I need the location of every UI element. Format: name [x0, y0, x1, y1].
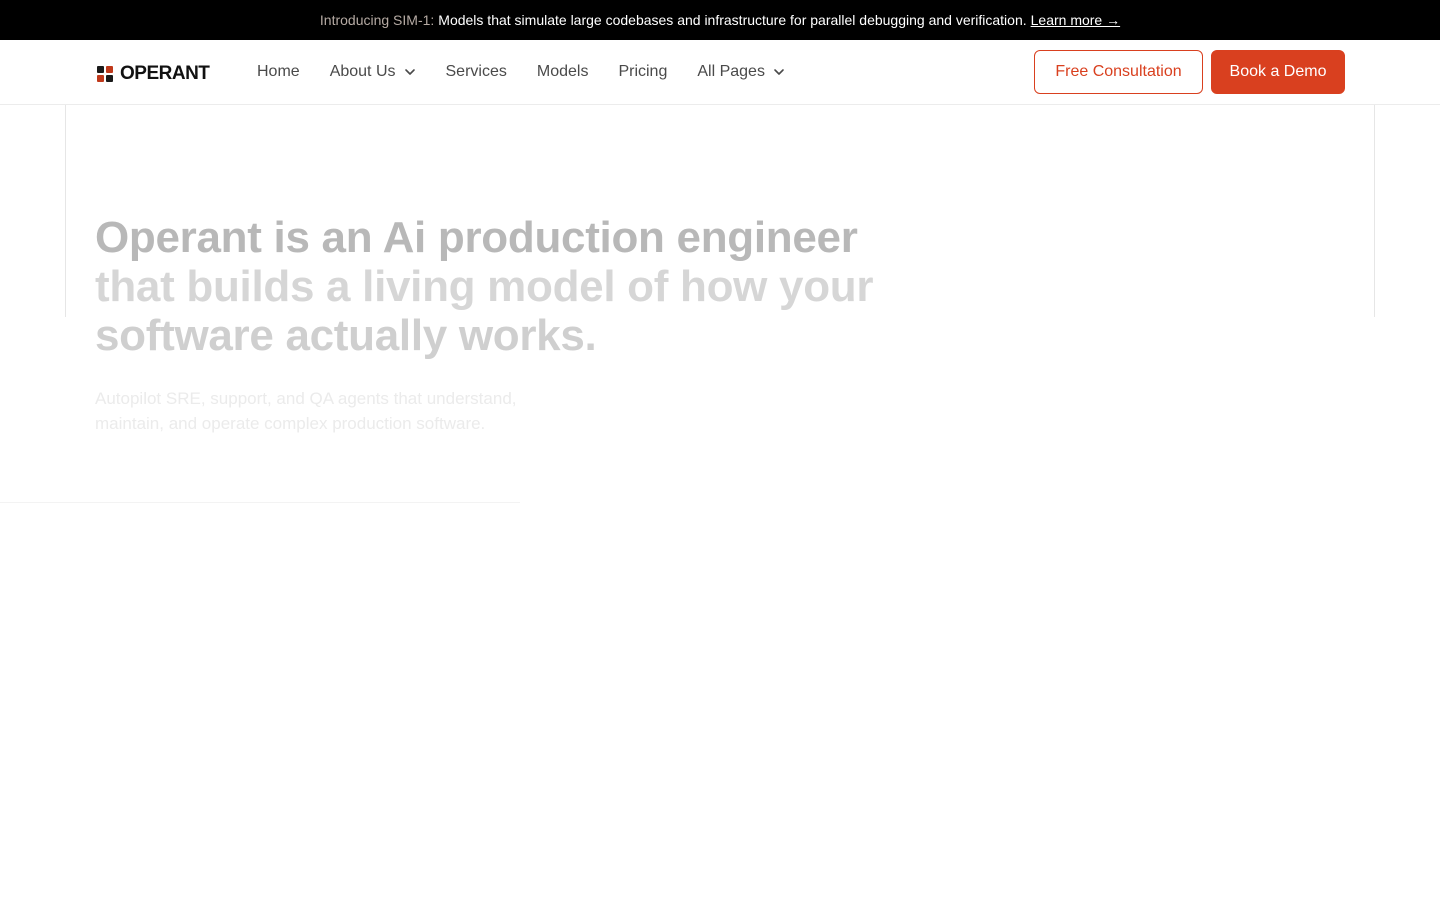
logo-square [106, 66, 113, 73]
logo-square [97, 66, 104, 73]
nav-item-home[interactable]: Home [257, 60, 300, 84]
logo-grid-icon [97, 66, 113, 82]
section-divider [0, 502, 520, 503]
nav-item-all-pages[interactable]: All Pages [697, 60, 785, 84]
hero-subtext-line-2: maintain, and operate complex production… [95, 414, 486, 433]
chevron-down-icon [774, 69, 784, 75]
hero-headline-line-2: that builds a living model of how your [95, 262, 874, 311]
announcement-lead: Introducing SIM-1: [319, 12, 435, 28]
chevron-down-icon [404, 69, 415, 75]
hero-headline: Operant is an Ai production engineer tha… [95, 213, 895, 360]
hero-headline-line-1: Operant is an Ai production engineer [95, 213, 858, 262]
learn-more-link[interactable]: Learn more → [1031, 12, 1120, 28]
logo-square [106, 75, 113, 82]
nav-item-about-us[interactable]: About Us [330, 60, 416, 84]
brand-logo[interactable]: OPERANT [97, 63, 210, 85]
nav-item-label: Home [257, 63, 300, 80]
site-header: OPERANT Home About Us Services Models Pr… [0, 40, 1440, 105]
announcement-bar: Introducing SIM-1: Models that simulate … [0, 0, 1440, 40]
nav-item-services[interactable]: Services [446, 60, 507, 84]
nav-item-label: Models [536, 63, 589, 80]
nav-item-label: All Pages [697, 63, 765, 80]
book-demo-button[interactable]: Book a Demo [1211, 50, 1345, 94]
announcement-message: Models that simulate large codebases and… [438, 12, 1027, 28]
hero-subtext: Autopilot SRE, support, and QA agents th… [95, 386, 575, 436]
nav-item-label: Pricing [618, 63, 668, 80]
brand-name: OPERANT [120, 63, 210, 84]
nav-item-pricing[interactable]: Pricing [618, 60, 667, 84]
hero-subtext-line-1: Autopilot SRE, support, and QA agents th… [95, 389, 517, 408]
nav-item-label: About Us [329, 63, 396, 80]
nav-item-models[interactable]: Models [537, 60, 589, 84]
logo-square [97, 75, 104, 82]
nav-item-label: Services [445, 63, 507, 80]
hero-frame-right-border [1374, 105, 1375, 317]
free-consultation-button[interactable]: Free Consultation [1034, 50, 1203, 94]
main-nav: Home About Us Services Models Pricing Al… [257, 60, 815, 84]
hero-frame-left-border [65, 105, 66, 317]
hero-headline-line-3: software actually works. [95, 311, 597, 360]
